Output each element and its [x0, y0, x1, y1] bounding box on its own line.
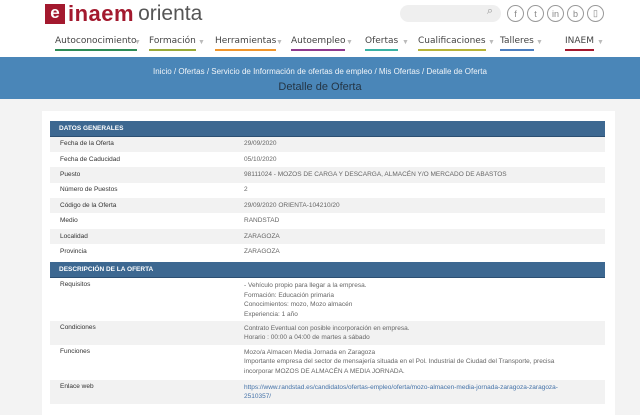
table-row: Número de Puestos 2: [50, 183, 605, 198]
logo-mark: e: [45, 4, 65, 24]
value-line: Mozo/a Almacen Media Jornada en Zaragoza: [244, 348, 376, 356]
chevron-down-icon[interactable]: ▼: [597, 39, 604, 46]
nav-item-inaem[interactable]: INAEM: [565, 36, 594, 51]
nav-item-formación[interactable]: Formación: [149, 36, 196, 51]
field-label: Fecha de Caducidad: [60, 155, 120, 163]
search-icon[interactable]: ⌕: [487, 5, 493, 18]
value-line: Experiencia: 1 año: [244, 310, 298, 318]
value-line: Contrato Eventual con posible incorporac…: [244, 324, 410, 332]
table-row: Puesto 98111024 - MOZOS DE CARGA Y DESCAR…: [50, 167, 605, 183]
field-label: Condiciones: [60, 323, 96, 331]
offer-detail-panel: DATOS GENERALES Fecha de la Oferta 29/09/…: [42, 111, 615, 415]
description-table: DESCRIPCIÓN DE LA OFERTA Requisitos - Veh…: [50, 262, 605, 404]
breadcrumb-item[interactable]: Ofertas: [178, 67, 204, 76]
nav-item-ofertas[interactable]: Ofertas: [365, 36, 399, 51]
logo-orienta: orienta: [138, 2, 203, 25]
value-line: Formación: Educación primaria: [244, 291, 334, 299]
table-row: Requisitos - Vehículo propio para llegar …: [50, 278, 605, 321]
field-value: Contrato Eventual con posible incorporac…: [234, 321, 605, 345]
main-nav: Autoconocimiento ▼ Formación ▼ Herramientas ▼…: [0, 36, 640, 54]
inaem-orienta-logo[interactable]: e inaem orienta: [45, 1, 203, 26]
field-value: - Vehículo propio para llegar a la empre…: [234, 278, 605, 321]
chevron-down-icon[interactable]: ▼: [488, 39, 495, 46]
table-row: Provincia ZARAGOZA: [50, 244, 605, 259]
field-value: 2: [244, 186, 248, 194]
field-label: Número de Puestos: [60, 186, 118, 194]
chevron-down-icon[interactable]: ▼: [134, 39, 141, 46]
value-line: - Vehículo propio para llegar a la empre…: [244, 282, 367, 289]
linkedin-icon[interactable]: in: [547, 5, 564, 22]
table-row: Condiciones Contrato Eventual con posible…: [50, 320, 605, 345]
field-label: Fecha de la Oferta: [60, 140, 114, 148]
general-data-table: DATOS GENERALES Fecha de la Oferta 29/09/…: [50, 121, 605, 260]
social-links: f t in b ▯: [507, 5, 604, 22]
nav-item-cualificaciones[interactable]: Cualificaciones: [418, 36, 486, 51]
chevron-down-icon[interactable]: ▼: [276, 39, 283, 46]
section-header-description: DESCRIPCIÓN DE LA OFERTA: [50, 262, 605, 278]
page-title: Detalle de Oferta: [278, 81, 362, 93]
breadcrumb-item: Detalle de Oferta: [426, 67, 487, 76]
field-label: Localidad: [60, 232, 88, 240]
blogger-icon[interactable]: b: [567, 5, 584, 22]
offer-link[interactable]: https://www.randstad.es/candidatos/ofert…: [244, 383, 595, 393]
search-input[interactable]: ⌕: [400, 5, 501, 22]
value-line: incorporar MOZOS DE ALMACÉN A MEDIA JORN…: [244, 367, 405, 375]
twitter-icon[interactable]: t: [527, 5, 544, 22]
field-value: 29/09/2020 ORIENTA-104210/20: [244, 201, 340, 209]
nav-item-autoconocimiento[interactable]: Autoconocimiento: [55, 36, 137, 51]
field-value: 98111024 - MOZOS DE CARGA Y DESCARGA, AL…: [244, 170, 507, 178]
table-row: Medio RANDSTAD: [50, 213, 605, 228]
chevron-down-icon[interactable]: ▼: [198, 39, 205, 46]
value-line: Conocimientos: mozo, Mozo almacén: [244, 301, 353, 308]
page-banner: Inicio / Ofertas / Servicio de Informaci…: [0, 57, 640, 99]
field-label: Puesto: [60, 170, 81, 178]
chevron-down-icon[interactable]: ▼: [536, 39, 543, 46]
field-value: ZARAGOZA: [244, 232, 280, 240]
nav-item-autoempleo[interactable]: Autoempleo: [291, 36, 346, 51]
external-link[interactable]: https://www.randstad.es/candidatos/ofert…: [244, 383, 595, 402]
table-row: Localidad ZARAGOZA: [50, 228, 605, 245]
field-value: ZARAGOZA: [244, 247, 280, 255]
breadcrumb-separator: /: [419, 67, 427, 76]
breadcrumb-item[interactable]: Mis Ofertas: [379, 67, 420, 76]
table-row: Fecha de Caducidad 05/10/2020: [50, 152, 605, 167]
facebook-icon[interactable]: f: [507, 5, 524, 22]
nav-item-talleres[interactable]: Talleres: [500, 36, 534, 51]
breadcrumb-separator: /: [372, 67, 379, 76]
table-row: Fecha de la Oferta 29/09/2020: [50, 136, 605, 152]
chevron-down-icon[interactable]: ▼: [346, 39, 353, 46]
field-label: Provincia: [60, 247, 87, 255]
breadcrumb: Inicio / Ofertas / Servicio de Informaci…: [0, 67, 640, 76]
table-row: Código de la Oferta 29/09/2020 ORIENTA-10…: [50, 198, 605, 214]
breadcrumb-item[interactable]: Servicio de Información de ofertas de em…: [211, 67, 372, 76]
field-value: 29/09/2020: [244, 140, 277, 148]
field-value: Mozo/a Almacen Media Jornada en Zaragoza…: [234, 345, 605, 380]
nav-item-herramientas[interactable]: Herramientas: [215, 36, 277, 51]
mobile-icon[interactable]: ▯: [587, 5, 604, 22]
breadcrumb-item[interactable]: Inicio: [153, 67, 172, 76]
field-label: Requisitos: [60, 281, 91, 288]
field-value: RANDSTAD: [244, 217, 280, 225]
value-line: Importante empresa del sector de mensaje…: [244, 358, 555, 365]
site-header: e inaem orienta ⌕ f t in b ▯ Autoconocim…: [0, 0, 640, 57]
field-label: Medio: [60, 217, 78, 225]
field-value: 05/10/2020: [244, 155, 277, 163]
field-label: Enlace web: [60, 382, 94, 390]
field-label: Código de la Oferta: [60, 201, 117, 209]
chevron-down-icon[interactable]: ▼: [402, 39, 409, 46]
offer-link[interactable]: 2510357/: [244, 392, 595, 402]
table-row: Enlace web https://www.randstad.es/candid…: [50, 379, 605, 404]
logo-inaem: inaem: [68, 1, 135, 26]
field-label: Funciones: [60, 347, 90, 355]
section-header-general: DATOS GENERALES: [50, 121, 605, 137]
value-line: Horario : 00:00 a 04:00 de martes a sába…: [244, 334, 370, 341]
table-row: Funciones Mozo/a Almacen Media Jornada en…: [50, 345, 605, 380]
field-value: https://www.randstad.es/candidatos/ofert…: [234, 380, 605, 404]
